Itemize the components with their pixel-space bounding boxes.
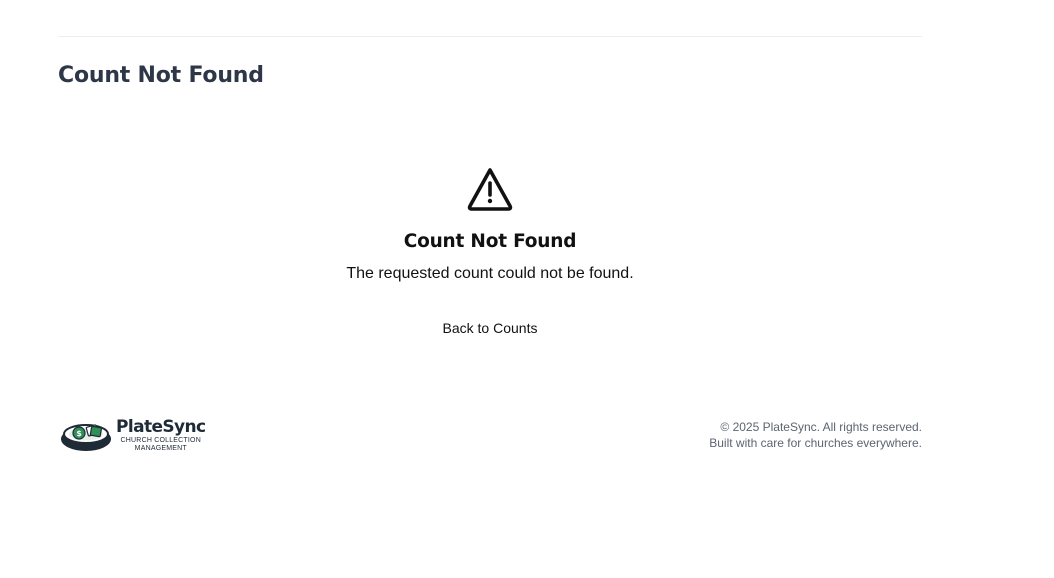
logo-tagline-line1: CHURCH COLLECTION bbox=[120, 437, 201, 444]
message-title: Count Not Found bbox=[403, 231, 577, 252]
logo-tagline: CHURCH COLLECTION MANAGEMENT bbox=[121, 437, 201, 453]
footer-copyright: © 2025 PlateSync. All rights reserved. B… bbox=[709, 419, 922, 451]
page-title: Count Not Found bbox=[58, 63, 264, 88]
copyright-text: © 2025 PlateSync. All rights reserved. bbox=[720, 420, 922, 434]
warning-triangle-icon bbox=[467, 168, 513, 211]
collection-plate-icon: $ bbox=[61, 424, 111, 451]
svg-text:$: $ bbox=[76, 429, 82, 438]
footer-tagline: Built with care for churches everywhere. bbox=[709, 436, 922, 450]
message-text: The requested count could not be found. bbox=[346, 265, 634, 282]
header-divider bbox=[58, 36, 922, 37]
platesync-logo: $ PlateSync CHURCH COLLECTION MANAGEMENT bbox=[58, 414, 206, 456]
not-found-message: Count Not Found The requested count coul… bbox=[58, 166, 922, 338]
logo-tagline-line2: MANAGEMENT bbox=[134, 445, 187, 452]
back-to-counts-link[interactable]: Back to Counts bbox=[443, 318, 538, 338]
logo-name: PlateSync bbox=[116, 417, 206, 437]
